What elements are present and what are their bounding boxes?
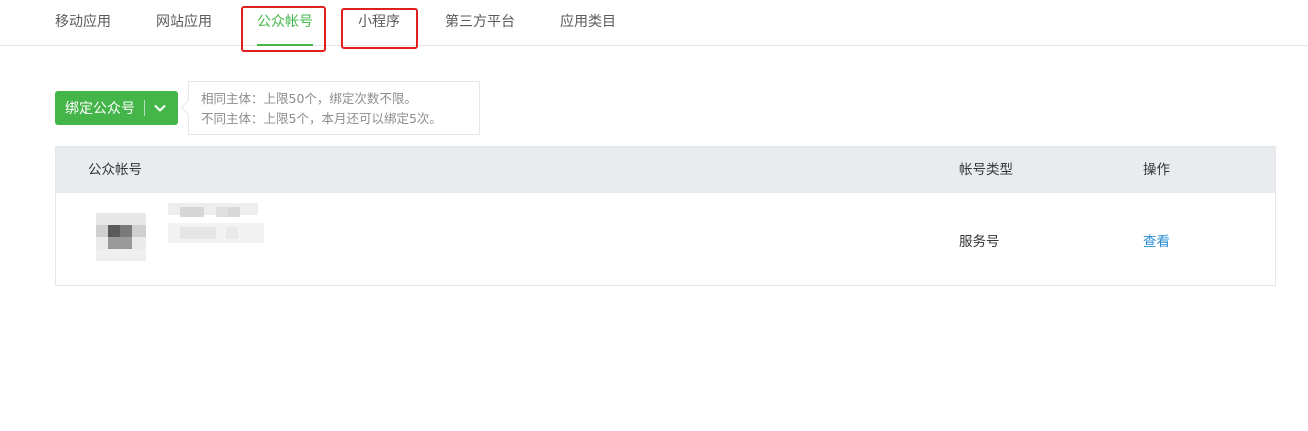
tab-mobile-app[interactable]: 移动应用 <box>55 0 111 45</box>
tab-mini-program[interactable]: 小程序 <box>358 0 400 45</box>
tab-official-account[interactable]: 公众帐号 <box>257 0 313 46</box>
blurred-account-name <box>168 203 264 243</box>
accounts-table: 公众帐号 帐号类型 操作 服务号 查看 <box>55 146 1276 286</box>
table-row: 服务号 查看 <box>56 193 1275 286</box>
view-link[interactable]: 查看 <box>1143 230 1170 250</box>
tab-third-party-platform[interactable]: 第三方平台 <box>445 0 515 45</box>
tab-website-app[interactable]: 网站应用 <box>156 0 212 45</box>
account-type: 服务号 <box>959 234 1000 250</box>
tab-app-category[interactable]: 应用类目 <box>560 0 616 45</box>
tip-same-entity: 相同主体：上限50个，绑定次数不限。 <box>201 91 417 106</box>
avatar <box>96 213 146 263</box>
header-account-type: 帐号类型 <box>959 162 1013 178</box>
header-action: 操作 <box>1143 162 1170 178</box>
bind-button-label: 绑定公众号 <box>65 101 135 117</box>
tab-bar: 移动应用 网站应用 公众帐号 小程序 第三方平台 应用类目 <box>0 0 1308 46</box>
table-header: 公众帐号 帐号类型 操作 <box>56 147 1275 193</box>
bind-official-account-button[interactable]: 绑定公众号 <box>55 91 178 125</box>
tip-different-entity: 不同主体：上限5个，本月还可以绑定5次。 <box>201 111 442 126</box>
button-divider <box>144 100 145 116</box>
chevron-down-icon[interactable] <box>152 100 168 116</box>
binding-limit-tooltip: 相同主体：上限50个，绑定次数不限。 不同主体：上限5个，本月还可以绑定5次。 <box>188 81 480 135</box>
header-account: 公众帐号 <box>88 162 142 178</box>
